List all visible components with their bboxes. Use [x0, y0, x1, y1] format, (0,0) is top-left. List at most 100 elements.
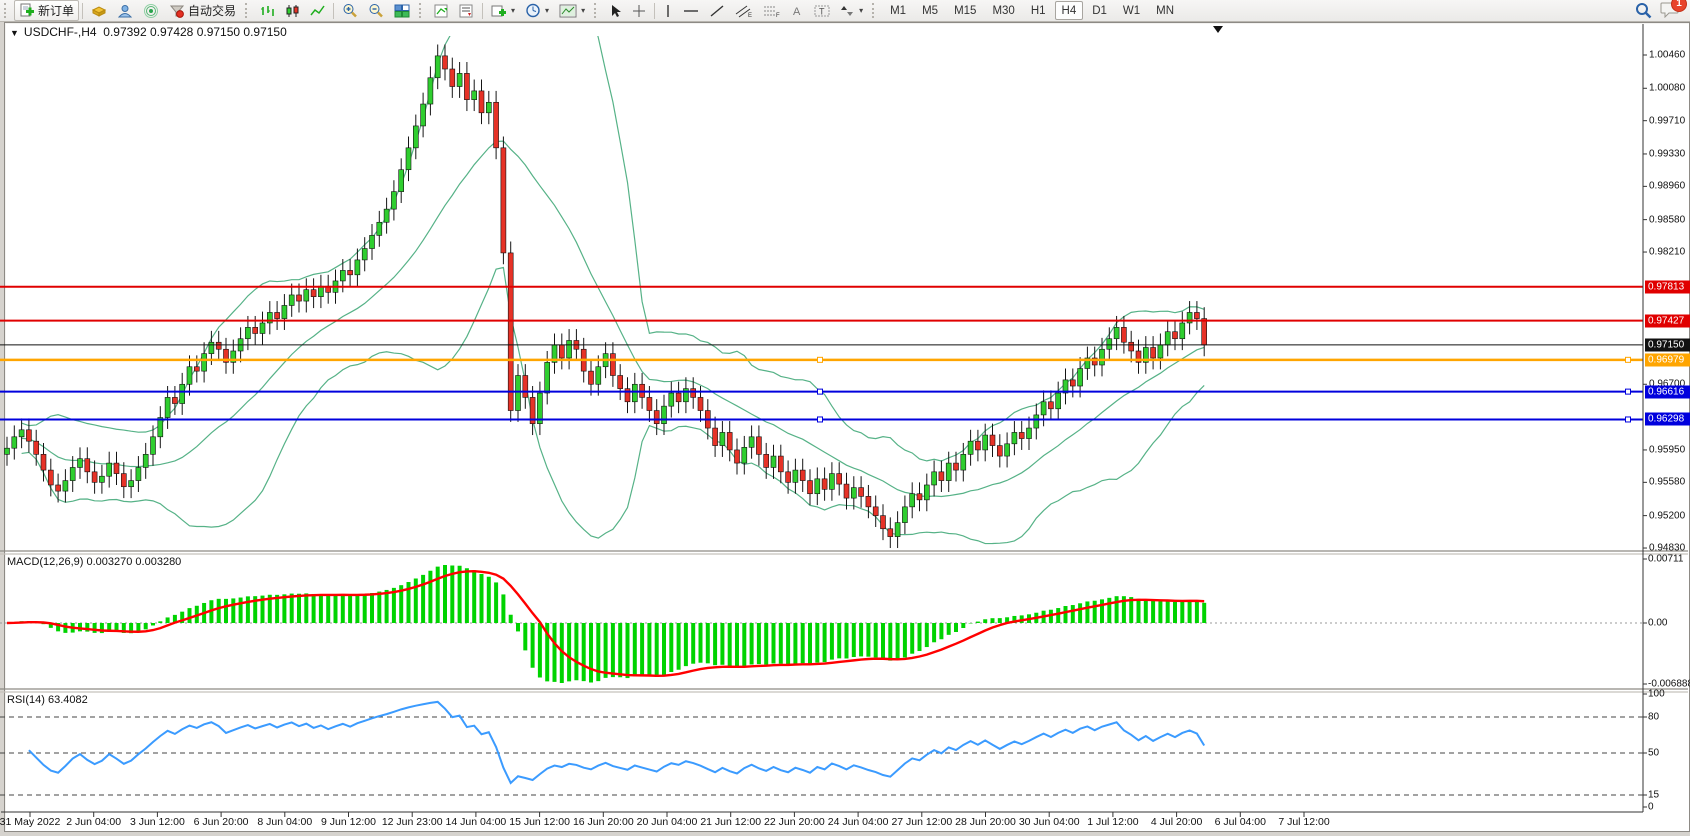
candle-bull	[5, 448, 10, 454]
candle-bull	[304, 290, 309, 301]
candle-bear	[114, 463, 119, 474]
rsi-axis-tick: 50	[1648, 748, 1659, 759]
candle-bear	[822, 479, 827, 490]
macd-indicator-label: MACD(12,26,9) 0.003270 0.003280	[7, 556, 181, 568]
price-axis-tick: 0.99710	[1649, 115, 1685, 126]
candle-bear	[443, 56, 448, 69]
price-axis-tick: 0.98960	[1649, 181, 1685, 192]
macd-axis-tick: 0.00	[1648, 618, 1667, 629]
chart-shift-marker[interactable]	[1213, 26, 1223, 33]
candle-bear	[479, 91, 484, 113]
candle-bull	[355, 260, 360, 275]
candle-bull	[1158, 345, 1163, 358]
candle-bull	[683, 389, 688, 402]
candle-bear	[450, 69, 455, 87]
support-line-orange-handle[interactable]	[1626, 357, 1631, 362]
rsi-axis-tick: 15	[1648, 790, 1659, 801]
chart-canvas[interactable]	[0, 0, 1690, 836]
rsi-axis-tick: 100	[1648, 689, 1665, 700]
candle-bear	[1173, 332, 1178, 339]
candle-bear	[778, 456, 783, 472]
candle-bull	[428, 78, 433, 104]
support-line-blue-1-handle[interactable]	[818, 389, 823, 394]
candle-bear	[501, 148, 506, 253]
candle-bear	[311, 290, 316, 297]
rsi-line	[29, 702, 1204, 783]
rsi-axis-tick: 80	[1648, 712, 1659, 723]
candle-bull	[829, 474, 834, 490]
candle-bear	[610, 354, 615, 376]
candle-bear	[997, 446, 1002, 457]
candle-bear	[1070, 380, 1075, 386]
chart-dropdown-icon[interactable]: ▼	[10, 28, 19, 38]
candle-bear	[589, 371, 594, 384]
candle-bear	[881, 516, 886, 529]
candle-bear	[508, 253, 513, 411]
candle-bear	[873, 507, 878, 516]
support-line-blue-2-handle[interactable]	[1626, 417, 1631, 422]
candle-bull	[983, 435, 988, 450]
candle-bear	[253, 327, 258, 333]
price-axis-tick: 1.00460	[1649, 50, 1685, 61]
candle-bull	[370, 235, 375, 248]
candle-bear	[464, 73, 469, 99]
candle-bear	[1202, 319, 1207, 345]
candle-bull	[435, 56, 440, 78]
price-axis-tick: 0.95580	[1649, 477, 1685, 488]
price-level-label[interactable]: 0.97813	[1645, 280, 1690, 293]
support-line-blue-1-handle[interactable]	[1626, 389, 1631, 394]
candle-bull	[63, 481, 68, 492]
bollinger-lower	[22, 267, 1205, 543]
price-level-label[interactable]: 0.97150	[1645, 338, 1690, 351]
macd-histogram	[14, 565, 1204, 683]
candle-bull	[1100, 349, 1105, 365]
candle-bull	[399, 170, 404, 192]
candle-bear	[837, 474, 842, 485]
candles	[5, 44, 1207, 548]
candle-bull	[662, 406, 667, 424]
candle-bull	[19, 430, 24, 437]
candle-bear	[48, 470, 53, 485]
candle-bull	[384, 209, 389, 222]
price-level-label[interactable]: 0.96979	[1645, 353, 1690, 366]
candle-bull	[78, 459, 83, 468]
application-window: 新订单 自动交易	[0, 0, 1690, 836]
candle-bull	[260, 323, 265, 334]
candle-bull	[793, 470, 798, 482]
candle-bull	[567, 340, 572, 358]
candle-bear	[559, 345, 564, 358]
candle-bear	[194, 367, 199, 371]
candle-bull	[742, 447, 747, 463]
price-level-label[interactable]: 0.97427	[1645, 314, 1690, 327]
price-level-label[interactable]: 0.96298	[1645, 413, 1690, 426]
price-axis-tick: 0.98580	[1649, 214, 1685, 225]
support-line-orange-handle[interactable]	[818, 357, 823, 362]
price-level-label[interactable]: 0.96616	[1645, 385, 1690, 398]
candle-bear	[786, 472, 791, 483]
candle-bull	[924, 485, 929, 500]
candle-bull	[107, 463, 112, 476]
chart-symbol-period: USDCHF-,H4	[24, 25, 97, 39]
time-axis-label: 7 Jul 12:00	[1259, 816, 1349, 828]
candle-bull	[289, 295, 294, 306]
candle-bear	[523, 376, 528, 398]
support-line-blue-2-handle[interactable]	[818, 417, 823, 422]
candle-bear	[41, 454, 46, 470]
candle-bull	[1041, 402, 1046, 415]
candle-bull	[895, 523, 900, 537]
candle-bull	[632, 384, 637, 402]
candle-bull	[771, 456, 776, 467]
candle-bull	[910, 494, 915, 507]
candle-bull	[362, 249, 367, 260]
candle-bull	[516, 376, 521, 411]
rsi-indicator-label: RSI(14) 63.4082	[7, 694, 88, 706]
candle-bull	[421, 104, 426, 126]
price-axis-tick: 0.99330	[1649, 148, 1685, 159]
candle-bear	[975, 441, 980, 450]
candle-bear	[1194, 312, 1199, 318]
candle-bear	[625, 389, 630, 402]
candle-bull	[1165, 332, 1170, 345]
candle-bull	[815, 479, 820, 494]
candle-bull	[1114, 327, 1119, 338]
candle-bear	[618, 376, 623, 389]
